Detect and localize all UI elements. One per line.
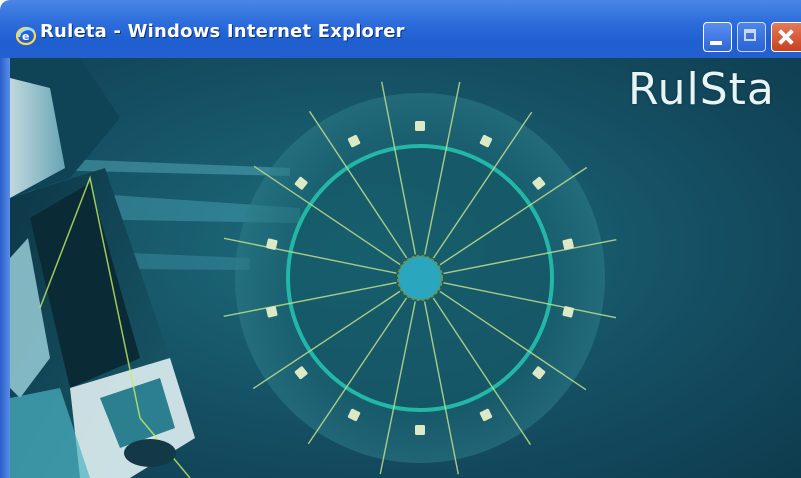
roulette-scene (10, 58, 617, 478)
maximize-button[interactable] (737, 22, 766, 52)
minimize-button[interactable] (703, 22, 732, 52)
wheel-hub[interactable] (397, 255, 443, 301)
close-button[interactable] (771, 22, 801, 52)
title-bar[interactable]: e Ruleta - Windows Internet Explorer (0, 0, 801, 58)
svg-text:e: e (22, 30, 29, 43)
wheel-number-marker[interactable] (415, 121, 425, 131)
window-title: Ruleta - Windows Internet Explorer (40, 21, 405, 42)
browser-window: e Ruleta - Windows Internet Explorer Rul… (0, 0, 801, 478)
game-canvas[interactable]: RulSta (10, 58, 801, 478)
window-frame (0, 58, 10, 478)
wheel-number-marker[interactable] (415, 425, 425, 435)
roulette-wheel[interactable] (223, 81, 617, 475)
internet-explorer-icon: e (15, 26, 37, 46)
game-logo: RulSta (628, 64, 775, 115)
